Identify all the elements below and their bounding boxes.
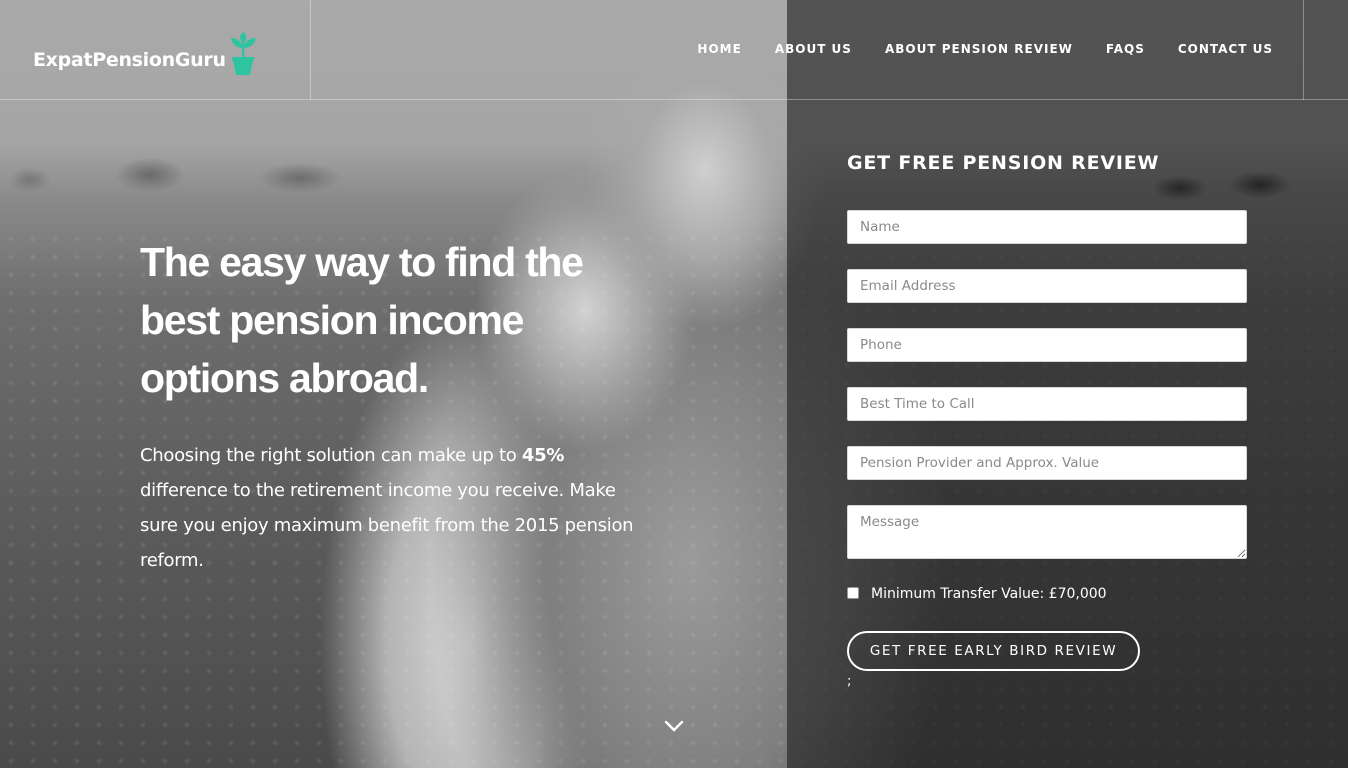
- minimum-transfer-checkbox-row: Minimum Transfer Value: £70,000: [847, 585, 1107, 602]
- site-logo[interactable]: ExpatPensionGuru: [33, 26, 262, 76]
- minimum-transfer-checkbox[interactable]: [847, 587, 859, 599]
- stray-text: ;: [847, 674, 852, 689]
- form-title: GET FREE PENSION REVIEW: [847, 152, 1160, 174]
- hero-copy: Choosing the right solution can make up …: [140, 438, 640, 578]
- hero-copy-end: difference to the retirement income you …: [140, 480, 634, 571]
- nav-about-us[interactable]: ABOUT US: [775, 42, 852, 56]
- nav-home[interactable]: HOME: [697, 42, 741, 56]
- submit-review-button[interactable]: GET FREE EARLY BIRD REVIEW: [847, 631, 1140, 671]
- site-header: ExpatPensionGuru HOME ABOUT US ABOUT PEN…: [0, 0, 1348, 100]
- nav-about-pension-review[interactable]: ABOUT PENSION REVIEW: [885, 42, 1073, 56]
- logo-text: ExpatPensionGuru: [33, 49, 226, 71]
- best-time-input[interactable]: [847, 387, 1247, 421]
- message-textarea[interactable]: [847, 505, 1247, 559]
- nav-contact-us[interactable]: CONTACT US: [1178, 42, 1273, 56]
- nav-faqs[interactable]: FAQS: [1106, 42, 1145, 56]
- hero-title: The easy way to find the best pension in…: [140, 239, 584, 401]
- main-nav: HOME ABOUT US ABOUT PENSION REVIEW FAQS …: [697, 42, 1273, 56]
- plant-pot-icon: [230, 32, 256, 75]
- minimum-transfer-label: Minimum Transfer Value: £70,000: [871, 586, 1107, 602]
- chevron-down-icon[interactable]: [664, 718, 684, 734]
- pension-provider-input[interactable]: [847, 446, 1247, 480]
- phone-input[interactable]: [847, 328, 1247, 362]
- hero-copy-highlight: 45%: [521, 445, 565, 466]
- header-divider: [1303, 0, 1304, 100]
- name-input[interactable]: [847, 210, 1247, 244]
- header-divider: [310, 0, 311, 100]
- email-input[interactable]: [847, 269, 1247, 303]
- hero-copy-start: Choosing the right solution can make up …: [140, 445, 522, 466]
